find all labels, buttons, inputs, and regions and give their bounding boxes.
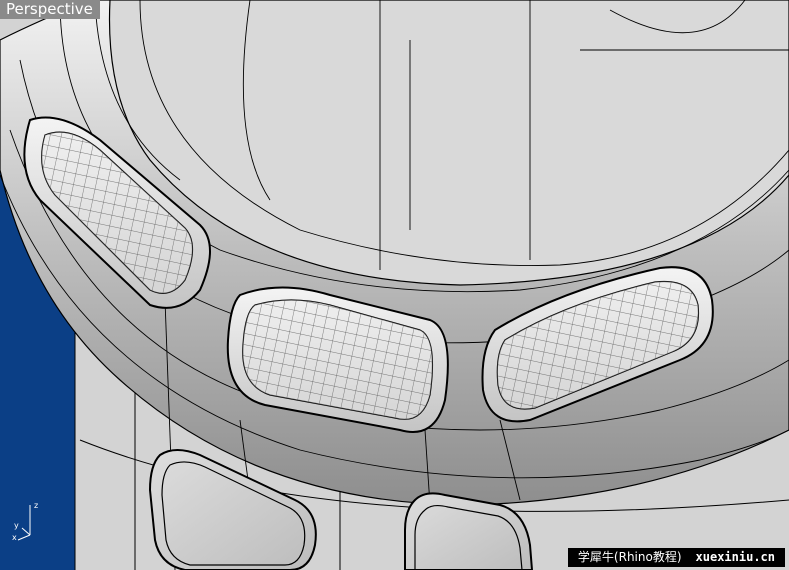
viewport-title[interactable]: Perspective: [0, 0, 100, 19]
watermark-site: xuexiniu.cn: [695, 550, 775, 564]
watermark: 学犀牛(Rhino教程) xuexiniu.cn: [567, 548, 785, 567]
model-render[interactable]: z x y: [0, 0, 789, 570]
axis-z-label: z: [34, 501, 38, 510]
axis-x-label: x: [12, 533, 17, 542]
watermark-text: 学犀牛(Rhino教程): [577, 550, 682, 564]
perspective-viewport[interactable]: z x y Perspective 学犀牛(Rhino教程) xuexiniu.c…: [0, 0, 789, 570]
axis-y-label: y: [14, 521, 19, 530]
